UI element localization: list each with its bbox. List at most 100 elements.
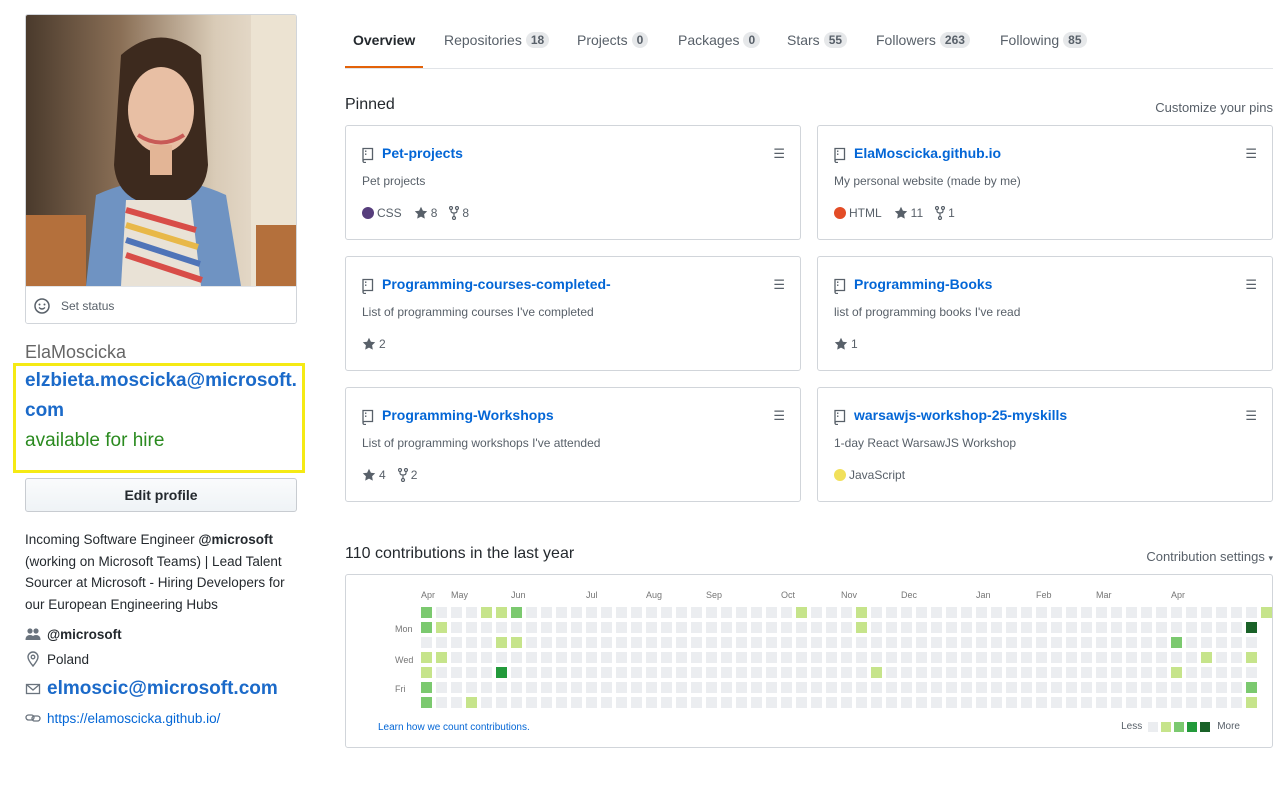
contribution-day[interactable] bbox=[571, 622, 582, 633]
contribution-day[interactable] bbox=[1156, 667, 1167, 678]
contribution-day[interactable] bbox=[451, 637, 462, 648]
contribution-day[interactable] bbox=[1021, 652, 1032, 663]
contribution-day[interactable] bbox=[691, 607, 702, 618]
repo-name-link[interactable]: warsawjs-workshop-25-myskills bbox=[854, 407, 1067, 423]
contribution-day[interactable] bbox=[916, 667, 927, 678]
contribution-day[interactable] bbox=[526, 697, 537, 708]
organization[interactable]: @microsoft bbox=[25, 626, 122, 642]
contribution-day[interactable] bbox=[706, 682, 717, 693]
contribution-day[interactable] bbox=[1246, 667, 1257, 678]
contribution-day[interactable] bbox=[901, 682, 912, 693]
contribution-day[interactable] bbox=[841, 652, 852, 663]
contribution-day[interactable] bbox=[1246, 697, 1257, 708]
contribution-day[interactable] bbox=[721, 652, 732, 663]
email-row[interactable]: elmoscic@microsoft.com bbox=[25, 678, 278, 700]
contribution-day[interactable] bbox=[856, 622, 867, 633]
contribution-day[interactable] bbox=[811, 637, 822, 648]
contribution-day[interactable] bbox=[1096, 667, 1107, 678]
contribution-day[interactable] bbox=[1171, 667, 1182, 678]
contribution-day[interactable] bbox=[1201, 622, 1212, 633]
contribution-day[interactable] bbox=[1036, 637, 1047, 648]
contribution-day[interactable] bbox=[1126, 682, 1137, 693]
contribution-day[interactable] bbox=[1246, 682, 1257, 693]
avatar[interactable] bbox=[26, 15, 296, 286]
tab-following[interactable]: Following 85 bbox=[992, 24, 1095, 68]
contribution-day[interactable] bbox=[946, 652, 957, 663]
contribution-day[interactable] bbox=[1246, 607, 1257, 618]
contribution-day[interactable] bbox=[1081, 607, 1092, 618]
contribution-day[interactable] bbox=[901, 652, 912, 663]
contribution-day[interactable] bbox=[556, 682, 567, 693]
email-link[interactable]: elmoscic@microsoft.com bbox=[47, 678, 278, 700]
contribution-day[interactable] bbox=[931, 697, 942, 708]
contribution-day[interactable] bbox=[961, 682, 972, 693]
contribution-day[interactable] bbox=[1201, 667, 1212, 678]
repo-forks[interactable]: 2 bbox=[397, 468, 417, 482]
contribution-day[interactable] bbox=[1216, 697, 1227, 708]
contribution-day[interactable] bbox=[901, 697, 912, 708]
contribution-day[interactable] bbox=[736, 622, 747, 633]
contribution-day[interactable] bbox=[631, 667, 642, 678]
contribution-day[interactable] bbox=[466, 622, 477, 633]
contribution-day[interactable] bbox=[1066, 652, 1077, 663]
contribution-day[interactable] bbox=[1081, 682, 1092, 693]
repo-forks[interactable]: 8 bbox=[449, 206, 469, 220]
tab-followers[interactable]: Followers 263 bbox=[868, 24, 978, 68]
contribution-day[interactable] bbox=[976, 697, 987, 708]
contribution-day[interactable] bbox=[646, 682, 657, 693]
contribution-day[interactable] bbox=[1021, 622, 1032, 633]
contribution-day[interactable] bbox=[721, 697, 732, 708]
contribution-day[interactable] bbox=[1051, 622, 1062, 633]
contribution-day[interactable] bbox=[841, 697, 852, 708]
edit-profile-button[interactable]: Edit profile bbox=[25, 478, 297, 512]
contribution-day[interactable] bbox=[751, 682, 762, 693]
contribution-day[interactable] bbox=[511, 697, 522, 708]
contribution-day[interactable] bbox=[556, 697, 567, 708]
contribution-day[interactable] bbox=[421, 682, 432, 693]
contribution-day[interactable] bbox=[601, 622, 612, 633]
contribution-day[interactable] bbox=[1021, 682, 1032, 693]
contribution-day[interactable] bbox=[811, 697, 822, 708]
contribution-day[interactable] bbox=[511, 622, 522, 633]
contribution-day[interactable] bbox=[1216, 652, 1227, 663]
contribution-day[interactable] bbox=[601, 667, 612, 678]
contribution-day[interactable] bbox=[1081, 652, 1092, 663]
contribution-day[interactable] bbox=[1006, 682, 1017, 693]
contribution-day[interactable] bbox=[796, 607, 807, 618]
contribution-day[interactable] bbox=[931, 667, 942, 678]
contribution-day[interactable] bbox=[961, 622, 972, 633]
contribution-day[interactable] bbox=[766, 622, 777, 633]
contribution-day[interactable] bbox=[601, 697, 612, 708]
contribution-day[interactable] bbox=[481, 622, 492, 633]
contribution-day[interactable] bbox=[781, 682, 792, 693]
tab-projects[interactable]: Projects 0 bbox=[569, 24, 656, 68]
contribution-day[interactable] bbox=[481, 697, 492, 708]
contribution-day[interactable] bbox=[1126, 652, 1137, 663]
contribution-day[interactable] bbox=[1111, 652, 1122, 663]
contribution-day[interactable] bbox=[781, 652, 792, 663]
contribution-day[interactable] bbox=[1051, 667, 1062, 678]
contribution-day[interactable] bbox=[886, 637, 897, 648]
contribution-day[interactable] bbox=[886, 667, 897, 678]
customize-pins-link[interactable]: Customize your pins bbox=[1155, 100, 1273, 115]
bio-org-mention[interactable]: @microsoft bbox=[198, 532, 273, 547]
contribution-day[interactable] bbox=[1171, 652, 1182, 663]
contribution-day[interactable] bbox=[1201, 697, 1212, 708]
contribution-day[interactable] bbox=[1216, 667, 1227, 678]
contribution-day[interactable] bbox=[1156, 637, 1167, 648]
contribution-day[interactable] bbox=[436, 622, 447, 633]
contribution-day[interactable] bbox=[661, 622, 672, 633]
contribution-day[interactable] bbox=[976, 652, 987, 663]
contribution-day[interactable] bbox=[691, 667, 702, 678]
contribution-day[interactable] bbox=[616, 622, 627, 633]
contribution-day[interactable] bbox=[496, 607, 507, 618]
contribution-day[interactable] bbox=[1141, 682, 1152, 693]
contribution-day[interactable] bbox=[646, 667, 657, 678]
contribution-day[interactable] bbox=[601, 682, 612, 693]
contribution-day[interactable] bbox=[1006, 652, 1017, 663]
contribution-day[interactable] bbox=[541, 622, 552, 633]
contribution-day[interactable] bbox=[1156, 622, 1167, 633]
contribution-day[interactable] bbox=[1066, 667, 1077, 678]
contribution-day[interactable] bbox=[1096, 652, 1107, 663]
contribution-day[interactable] bbox=[916, 637, 927, 648]
